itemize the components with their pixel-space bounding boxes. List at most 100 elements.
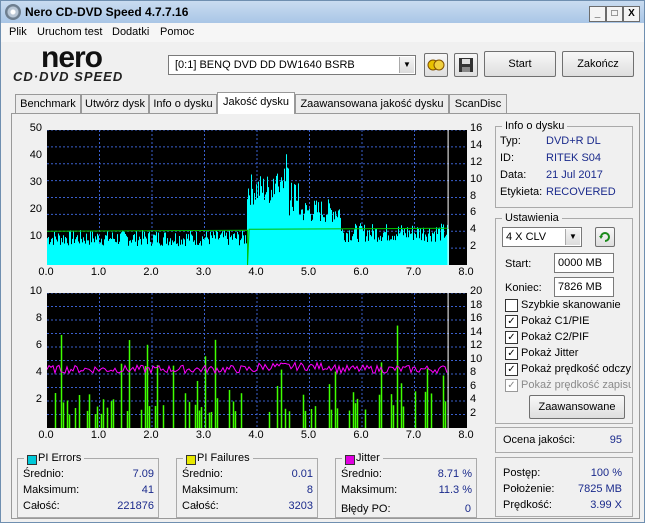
tab-zaawansowana-jakosc[interactable]: Zaawansowana jakość dysku [295,94,449,113]
show-pif-checkbox[interactable]: ✓ [505,331,518,344]
disc-label-label: Etykieta: [500,186,543,198]
y-right-tick-label: 18 [470,298,483,311]
y-right-tick-label: 4 [470,223,477,236]
disc-chain-icon [427,59,445,71]
y-right-tick-label: 10 [470,172,483,185]
menu-pomoc[interactable]: Pomoc [160,26,194,38]
end-mb-input[interactable]: 7826 MB [554,277,614,297]
pi-failures-chart [46,292,467,428]
y-left-tick-label: 4 [35,366,42,378]
progress-value: 100 % [590,467,622,479]
y-right-tick-label: 14 [470,325,483,338]
save-button[interactable] [454,53,478,77]
floppy-icon [459,58,473,72]
menu-dodatki[interactable]: Dodatki [112,26,149,38]
pi-errors-total-label: Całość: [23,500,60,512]
y-left-tick-label: 50 [29,122,42,134]
logo-cddvd-text: CD·DVD SPEED [13,69,124,84]
pi-failures-swatch [186,455,196,465]
x-tick-label: 6.0 [353,266,369,278]
x-tick-label: 8.0 [458,429,474,441]
jitter-max-value: 11.3 % [438,484,472,496]
y-left-tick-label: 2 [35,393,42,405]
close-button[interactable]: X [623,6,640,22]
speed-value: 3.99 X [590,499,622,511]
settings-group: Ustawienia 4 X CLV ▼ Start: 0000 MB Koni… [495,212,633,424]
pi-errors-stats: PI Errors Średnio: 7.09 Maksimum: 41 Cał… [17,452,159,518]
x-tick-label: 8.0 [458,266,474,278]
end-mb-value: 7826 MB [558,281,603,293]
settings-title: Ustawienia [502,212,562,224]
pi-failures-plot [46,292,467,428]
speed-select[interactable]: 4 X CLV ▼ [502,227,582,247]
jitter-swatch [345,455,355,465]
x-tick-label: 3.0 [195,266,212,278]
exit-button[interactable]: Zakończ [562,51,634,77]
menu-bar: Plik Uruchom test Dodatki Pomoc [1,23,644,42]
y-left-tick-label: 20 [29,203,42,215]
y-right-tick-label: 4 [470,393,477,405]
progress-group: Postęp: 100 % Położenie: 7825 MB Prędkoś… [495,457,633,517]
show-jitter-checkbox[interactable]: ✓ [505,347,518,360]
disc-date-value: 21 Jul 2017 [546,169,603,181]
nero-logo: nero CD·DVD SPEED [13,41,163,85]
x-tick-label: 0.0 [38,266,54,278]
po-errors-value: 0 [464,503,471,515]
minimize-button[interactable]: _ [589,6,606,22]
po-errors-label: Błędy PO: [341,503,391,515]
drive-select-value: [0:1] BENQ DVD DD DW1640 BSRB [175,59,355,71]
menu-plik[interactable]: Plik [9,26,27,38]
disc-info-group: Info o dysku Typ: DVD+R DL ID: RITEK S04… [495,120,633,208]
app-window: Nero CD-DVD Speed 4.7.7.16 _ □ X Plik Ur… [0,0,645,523]
x-tick-label: 7.0 [405,429,422,441]
disc-type-label: Typ: [500,135,521,147]
speed-label: Prędkość: [503,499,552,511]
show-pie-label: Pokaż C1/PIE [521,315,590,327]
tab-utworz-dysk[interactable]: Utwórz dysk [81,94,149,113]
tab-info-o-dysku[interactable]: Info o dysku [149,94,217,113]
y-left-tick-label: 8 [35,312,42,324]
x-tick-label: 5.0 [300,429,317,441]
show-read-speed-label: Pokaż prędkość odczy [521,363,631,375]
y-right-tick-label: 8 [470,189,477,202]
jitter-avg-label: Średnio: [341,468,382,480]
start-mb-input[interactable]: 0000 MB [554,253,614,273]
tab-jakosc-dysku[interactable]: Jakość dysku [217,92,295,114]
speed-select-value: 4 X CLV [506,231,547,243]
y-right-tick-label: 8 [470,366,477,378]
refresh-icon [599,232,610,242]
pi-failures-max-label: Maksimum: [182,484,239,496]
y-right-tick-label: 12 [470,155,483,168]
drive-select[interactable]: [0:1] BENQ DVD DD DW1640 BSRB ▼ [168,55,416,75]
jitter-max-label: Maksimum: [341,484,398,496]
y-left-tick-label: 10 [29,285,42,297]
eject-button[interactable] [424,53,448,77]
advanced-button[interactable]: Zaawansowane [529,395,625,419]
show-jitter-label: Pokaż Jitter [521,347,579,359]
x-tick-label: 7.0 [405,266,422,278]
tab-benchmark[interactable]: Benchmark [15,94,81,113]
pi-errors-max-label: Maksimum: [23,484,80,496]
progress-label: Postęp: [503,467,541,479]
window-title: Nero CD-DVD Speed 4.7.7.16 [25,5,189,19]
show-read-speed-checkbox[interactable]: ✓ [505,363,518,376]
refresh-button[interactable] [595,227,615,247]
chevron-down-icon: ▼ [565,229,580,245]
pi-failures-total-value: 3203 [288,500,313,512]
quick-scan-checkbox[interactable] [505,299,518,312]
maximize-button[interactable]: □ [606,6,623,22]
show-write-speed-label: Pokaż prędkość zapisu [521,379,631,391]
start-mb-label: Start: [505,258,532,270]
show-pie-checkbox[interactable]: ✓ [505,315,518,328]
y-right-tick-label: 12 [470,339,483,351]
title-bar: Nero CD-DVD Speed 4.7.7.16 _ □ X [1,1,644,23]
x-tick-label: 4.0 [248,429,264,441]
start-button[interactable]: Start [484,51,556,77]
x-tick-label: 1.0 [90,429,107,441]
chevron-down-icon: ▼ [399,57,414,73]
menu-uruchom-test[interactable]: Uruchom test [37,26,102,38]
x-tick-label: 5.0 [300,266,317,278]
tab-scandisc[interactable]: ScanDisc [449,94,507,113]
disc-id-value: RITEK S04 [546,152,602,164]
y-left-tick-label: 10 [29,230,42,242]
